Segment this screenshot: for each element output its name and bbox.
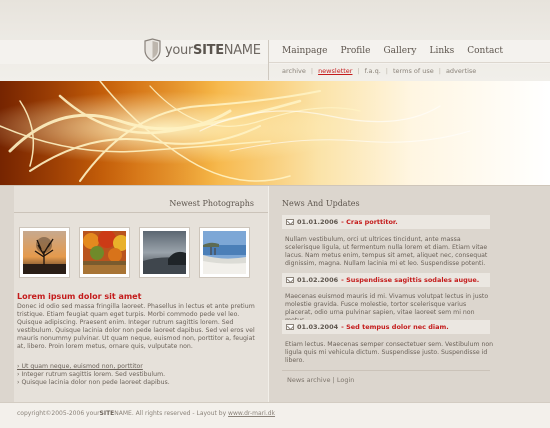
designer-link[interactable]: www.dr-mari.dk xyxy=(228,410,275,417)
nav-contact[interactable]: Contact xyxy=(467,46,503,56)
news-headline: - Sed tempus dolor nec diam. xyxy=(341,323,449,331)
article-body: Donec id odio sed massa fringilla laoree… xyxy=(17,303,255,350)
news-headline: - Suspendisse sagittis sodales augue. xyxy=(341,276,480,284)
login-link[interactable]: Login xyxy=(337,376,355,384)
photos-heading-rule xyxy=(14,212,268,213)
main-nav: Mainpage Profile Gallery Links Contact xyxy=(282,46,503,56)
photo-thumbnail-2[interactable] xyxy=(79,227,130,278)
article-list: › Ut quam neque, euismod non, porttitor … xyxy=(17,363,262,387)
tree-sunset-photo xyxy=(23,231,66,274)
news-headline: - Cras porttitor. xyxy=(341,218,398,226)
lake-shore-photo xyxy=(203,231,246,274)
footer-copyright: copyright©2005-2006 yourSITENAME. All ri… xyxy=(17,410,276,417)
nav-profile[interactable]: Profile xyxy=(340,46,370,56)
news-item-header-2[interactable]: 01.02.2006 - Suspendisse sagittis sodale… xyxy=(282,273,490,287)
column-divider xyxy=(268,186,269,402)
header-banner-image xyxy=(0,81,550,185)
news-heading: News And Updates xyxy=(282,199,360,208)
list-item: › Quisque lacinia dolor non pede laoreet… xyxy=(17,379,170,386)
shield-icon xyxy=(144,38,161,62)
logo-text: yourSITENAME xyxy=(165,42,261,58)
list-item: › Integer rutrum sagittis lorem. Sed ves… xyxy=(17,371,166,378)
subnav-separator: | xyxy=(357,67,360,75)
subnav-separator: | xyxy=(438,67,441,75)
subnav-separator: | xyxy=(310,67,314,75)
news-date: 01.01.2006 xyxy=(297,218,339,226)
stormy-sea-photo xyxy=(143,231,186,274)
subnav-terms[interactable]: terms of use xyxy=(393,67,434,75)
subnav-newsletter[interactable]: newsletter xyxy=(318,67,352,75)
nav-mainpage[interactable]: Mainpage xyxy=(282,46,327,56)
nav-links[interactable]: Links xyxy=(430,46,455,56)
news-archive-link[interactable]: News archive xyxy=(287,376,331,384)
photos-heading: Newest Photographs xyxy=(169,199,254,208)
news-date: 01.03.2004 xyxy=(297,323,339,331)
article-list-link[interactable]: › Ut quam neque, euismod non, porttitor xyxy=(17,363,262,371)
news-footer-rule xyxy=(282,370,490,371)
subnav-faq[interactable]: f.a.q. xyxy=(365,67,381,75)
news-item-header-3[interactable]: 01.03.2004 - Sed tempus dolor nec diam. xyxy=(282,320,490,334)
photo-thumbnail-3[interactable] xyxy=(139,227,190,278)
news-footer-separator: | xyxy=(332,376,335,384)
envelope-icon xyxy=(286,277,294,283)
news-item-text-1: Nullam vestibulum, orci ut ultrices tinc… xyxy=(285,236,488,267)
article-title: Lorem ipsum dolor sit amet xyxy=(17,292,142,301)
news-footer: News archive | Login xyxy=(287,376,354,384)
photo-thumbnail-1[interactable] xyxy=(19,227,70,278)
subnav-archive[interactable]: archive xyxy=(282,67,306,75)
header-divider xyxy=(268,40,269,80)
subnav-separator: | xyxy=(385,67,388,75)
site-logo[interactable]: yourSITENAME xyxy=(144,38,261,62)
sub-nav: archive | newsletter | f.a.q. | terms of… xyxy=(282,67,476,75)
news-item-header-1[interactable]: 01.01.2006 - Cras porttitor. xyxy=(282,215,490,229)
envelope-icon xyxy=(286,324,294,330)
envelope-icon xyxy=(286,219,294,225)
subnav-advertise[interactable]: advertise xyxy=(446,67,476,75)
autumn-forest-photo xyxy=(83,231,126,274)
nav-gallery[interactable]: Gallery xyxy=(383,46,416,56)
news-date: 01.02.2006 xyxy=(297,276,339,284)
photo-thumbnail-4[interactable] xyxy=(199,227,250,278)
news-item-text-3: Etiam lectus. Maecenas semper consectetu… xyxy=(285,341,494,364)
light-trails-image xyxy=(0,81,550,185)
subnav-divider xyxy=(269,62,550,63)
